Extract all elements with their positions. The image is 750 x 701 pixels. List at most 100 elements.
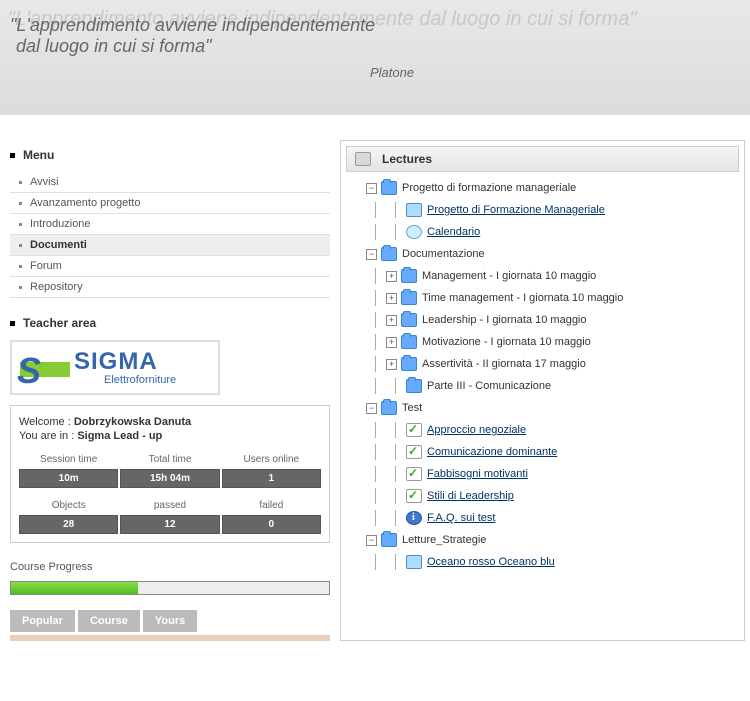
tree-item-label: Letture_Strategie (402, 534, 486, 546)
file-icon (406, 203, 422, 217)
stat-value: 0 (222, 515, 321, 534)
tree-item-label[interactable]: Stili di Leadership (427, 490, 514, 502)
tree-row: − Letture_Strategie (346, 529, 739, 551)
quote-line1: "L'apprendimento avviene indipendentemen… (10, 15, 740, 36)
logo-subtitle: Elettroforniture (104, 374, 176, 386)
lectures-panel: Lectures − Progetto di formazione manager… (340, 140, 745, 641)
tree-row: + Leadership - I giornata 10 maggio (346, 309, 739, 331)
stat-label: Total time (120, 454, 219, 465)
stats-row-1: Session time 10mTotal time 15h 04mUsers on… (19, 454, 321, 488)
tree-item-label: Test (402, 402, 422, 414)
folder-icon (401, 357, 417, 371)
stat-label: Session time (19, 454, 118, 465)
expand-icon[interactable]: + (386, 315, 397, 326)
folder-icon (401, 269, 417, 283)
tree-item-label: Leadership - I giornata 10 maggio (422, 314, 587, 326)
tree-row: Parte III - Comunicazione (346, 375, 739, 397)
disk-icon (355, 152, 371, 166)
collapse-icon[interactable]: − (366, 249, 377, 260)
menu-item-avvisi[interactable]: Avvisi (10, 172, 330, 193)
tab-course[interactable]: Course (78, 610, 140, 632)
tree-item-label: Parte III - Comunicazione (427, 380, 551, 392)
collapse-icon[interactable]: − (366, 183, 377, 194)
logo-mark: S (17, 350, 41, 392)
lectures-header: Lectures (346, 146, 739, 172)
tree-row: Fabbisogni motivanti (346, 463, 739, 485)
folder-icon (381, 181, 397, 195)
banner: "L'apprendimento avviene indipendentemen… (0, 0, 750, 115)
menu-item-introduzione[interactable]: Introduzione (10, 214, 330, 235)
logo-name: SIGMA (74, 348, 158, 376)
tree-item-label: Time management - I giornata 10 maggio (422, 292, 623, 304)
expand-icon[interactable]: + (386, 359, 397, 370)
tree-item-label[interactable]: Oceano rosso Oceano blu (427, 556, 555, 568)
collapse-icon[interactable]: − (366, 403, 377, 414)
quote-author: Platone (370, 65, 740, 80)
tree-row: Oceano rosso Oceano blu (346, 551, 739, 573)
tree-item-label[interactable]: Progetto di Formazione Manageriale (427, 204, 605, 216)
tree-row: Progetto di Formazione Manageriale (346, 199, 739, 221)
stat-total-time: Total time 15h 04m (120, 454, 219, 488)
quote-line2: dal luogo in cui si forma" (16, 36, 740, 57)
tree-item-label: Progetto di formazione manageriale (402, 182, 576, 194)
welcome-user: Dobrzykowska Danuta (74, 416, 191, 428)
folder-icon (381, 533, 397, 547)
tree-row: + Motivazione - I giornata 10 maggio (346, 331, 739, 353)
menu-title: Menu (10, 148, 330, 162)
stat-session-time: Session time 10m (19, 454, 118, 488)
tree-row: −Documentazione (346, 243, 739, 265)
tree-row: Calendario (346, 221, 739, 243)
stat-value: 15h 04m (120, 469, 219, 488)
tree-item-label[interactable]: Comunicazione dominante (427, 446, 557, 458)
stat-objects: Objects28 (19, 500, 118, 534)
progress-label: Course Progress (10, 561, 330, 573)
tabs: PopularCourseYours (10, 610, 330, 632)
tree-row: − Progetto di formazione manageriale (346, 177, 739, 199)
folder-icon (401, 313, 417, 327)
expand-icon[interactable]: + (386, 271, 397, 282)
welcome-box: Welcome : Dobrzykowska Danuta You are in… (10, 405, 330, 543)
tab-yours[interactable]: Yours (143, 610, 197, 632)
lectures-tree: − Progetto di formazione manageriale Proge… (346, 172, 739, 578)
logo: S SIGMA Elettroforniture (10, 340, 330, 395)
stat-value: 1 (222, 469, 321, 488)
tree-item-label[interactable]: Fabbisogni motivanti (427, 468, 528, 480)
globe-icon (406, 225, 422, 239)
menu-item-repository[interactable]: Repository (10, 277, 330, 298)
file-icon (406, 555, 422, 569)
tree-row: F.A.Q. sui test (346, 507, 739, 529)
tree-item-label[interactable]: F.A.Q. sui test (427, 512, 495, 524)
check-icon (406, 423, 422, 437)
welcome-label: Welcome : (19, 416, 74, 428)
stat-passed: passed 12 (120, 500, 219, 534)
teacher-area-title: Teacher area (10, 316, 330, 330)
menu-item-documenti[interactable]: Documenti (10, 235, 330, 256)
progress-fill (11, 582, 138, 594)
stats-row-2: Objects28passed 12failed0 (19, 500, 321, 534)
check-icon (406, 489, 422, 503)
tree-item-label[interactable]: Calendario (427, 226, 480, 238)
stat-label: passed (120, 500, 219, 511)
stat-value: 10m (19, 469, 118, 488)
stat-users-online: Users online 1 (222, 454, 321, 488)
lectures-title: Lectures (382, 152, 432, 166)
stat-label: Users online (222, 454, 321, 465)
collapse-icon[interactable]: − (366, 535, 377, 546)
tree-row: +Assertività - II giornata 17 maggio (346, 353, 739, 375)
expand-icon[interactable]: + (386, 293, 397, 304)
stat-value: 28 (19, 515, 118, 534)
tree-row: Comunicazione dominante (346, 441, 739, 463)
menu-item-avanzamento-progetto[interactable]: Avanzamento progetto (10, 193, 330, 214)
stat-failed: failed0 (222, 500, 321, 534)
tab-popular[interactable]: Popular (10, 610, 75, 632)
folder-icon (406, 379, 422, 393)
menu-item-forum[interactable]: Forum (10, 256, 330, 277)
tree-item-label[interactable]: Approccio negoziale (427, 424, 526, 436)
tree-item-label: Motivazione - I giornata 10 maggio (422, 336, 591, 348)
left-column: Menu AvvisiAvanzamento progettoIntroduzi… (0, 140, 340, 641)
expand-icon[interactable]: + (386, 337, 397, 348)
check-icon (406, 445, 422, 459)
location-label: You are in : (19, 430, 77, 442)
tree-row: − Test (346, 397, 739, 419)
stat-value: 12 (120, 515, 219, 534)
